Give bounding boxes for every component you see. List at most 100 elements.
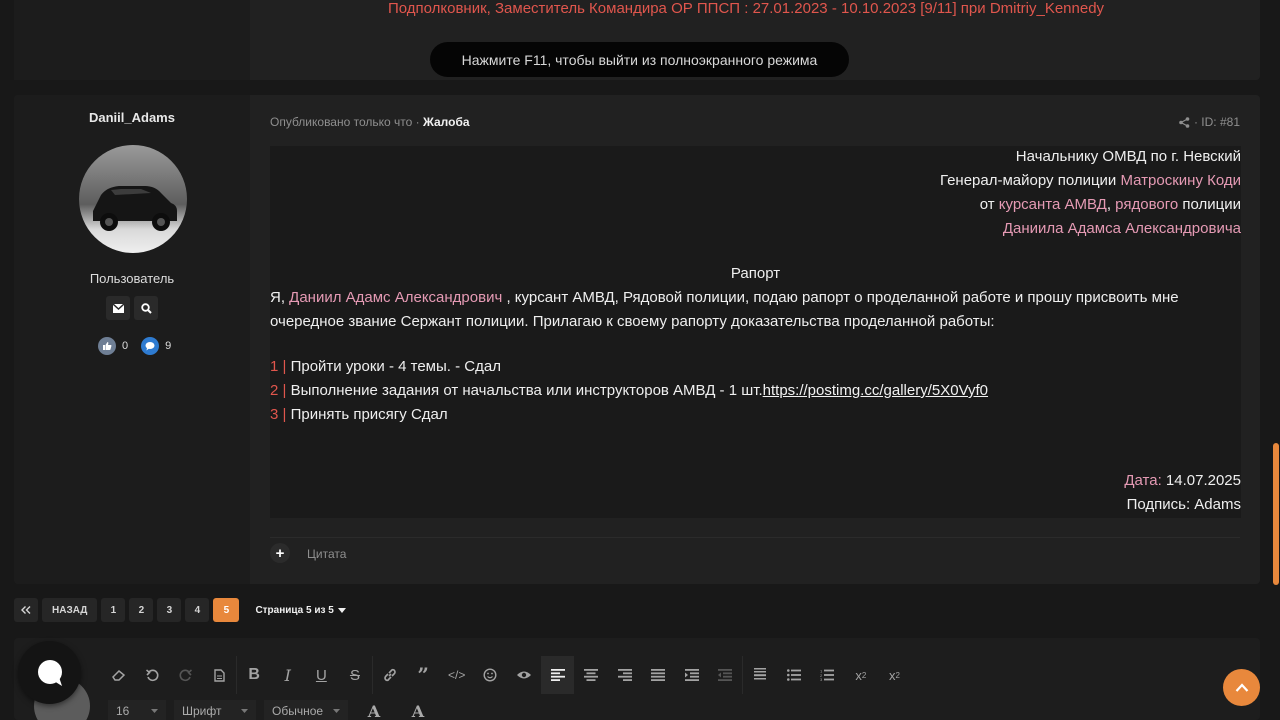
gallery-link[interactable]: https://postimg.cc/gallery/5X0Vyf0 — [763, 382, 988, 399]
redo-icon[interactable] — [169, 656, 203, 694]
font-size-select[interactable]: 16 — [108, 700, 166, 720]
page-1-button[interactable]: 1 — [101, 598, 126, 622]
reply-editor: B I U S ” </> 123 x2 x2 16 Шрифт Обычное… — [14, 638, 1260, 720]
header-from: от — [979, 196, 999, 213]
scroll-to-top-button[interactable] — [1223, 669, 1260, 706]
first-page-button[interactable] — [14, 598, 38, 622]
page-5-button[interactable]: 5 — [213, 598, 240, 622]
caret-down-icon — [337, 607, 346, 613]
prev-page-button[interactable]: НАЗАД — [42, 598, 98, 622]
font-size-value: 16 — [116, 704, 130, 718]
scrollbar-thumb[interactable] — [1273, 443, 1279, 585]
page-2-button[interactable]: 2 — [129, 598, 154, 622]
numbered-list-icon[interactable]: 123 — [810, 656, 844, 694]
post-body: Начальнику ОМВД по г. Невский Генерал-ма… — [270, 146, 1241, 518]
chief-name: Матроскину Коди — [1120, 172, 1241, 189]
avatar[interactable] — [79, 145, 187, 253]
report-title: Рапорт — [730, 265, 781, 282]
message-user-button[interactable] — [106, 296, 130, 320]
smiley-icon[interactable] — [474, 656, 508, 694]
page-of-label: Страница 5 из 5 — [255, 604, 334, 616]
horizontal-rule-icon[interactable] — [743, 656, 777, 694]
paragraph-line-1-text: Я, Даниил Адамс Александрович , курсант … — [270, 289, 1179, 306]
paragraph-line-1: Я, Даниил Адамс Александрович , курсант … — [270, 289, 1241, 306]
likes-count: 0 — [122, 340, 129, 352]
paragraph-line-1-rest: , курсант АМВД, Рядовой полиции, подаю р… — [502, 289, 1179, 306]
quote-button[interactable]: Цитата — [307, 547, 346, 561]
header-line-3: от курсанта АМВД, рядового полиции — [980, 196, 1241, 213]
list-item: 3 | Принять присягу Сдал — [270, 406, 448, 423]
subscript-icon[interactable]: x2 — [844, 656, 878, 694]
background-color-icon[interactable]: A — [400, 700, 436, 720]
chevron-down-icon — [241, 709, 248, 713]
link-icon[interactable] — [373, 656, 407, 694]
eye-icon[interactable] — [507, 656, 541, 694]
search-icon — [140, 302, 152, 314]
page-4-button[interactable]: 4 — [185, 598, 210, 622]
undo-icon[interactable] — [136, 656, 170, 694]
fullscreen-exit-toast: Нажмите F11, чтобы выйти из полноэкранно… — [430, 42, 849, 77]
post-id-label[interactable]: · ID: #81 — [1194, 115, 1240, 129]
page-scrollbar[interactable] — [1272, 0, 1280, 720]
paragraph-line-2: очередное звание Сержант полиции. Прилаг… — [270, 313, 995, 330]
chevron-down-icon — [151, 709, 158, 713]
paragraph-style-select[interactable]: Обычное — [264, 700, 348, 720]
align-center-icon[interactable] — [574, 656, 608, 694]
list-item-text: Принять присягу Сдал — [286, 406, 448, 423]
editor-toolbar-row-2: 16 Шрифт Обычное A A — [108, 700, 436, 720]
chat-icon — [37, 659, 62, 686]
meta-separator: · — [415, 115, 420, 129]
report-date: Дата: 14.07.2025 — [1124, 472, 1241, 489]
post: Daniil_Adams Пользователь 0 9 Опубликова… — [14, 95, 1260, 584]
car-avatar-image — [93, 186, 177, 231]
post-time[interactable]: Опубликовано только что — [270, 115, 412, 129]
text-color-icon[interactable]: A — [356, 700, 392, 720]
quote-icon[interactable]: ” — [406, 656, 440, 694]
post-footer-divider — [270, 537, 1240, 538]
code-icon[interactable]: </> — [440, 656, 474, 694]
chat-widget-button[interactable] — [18, 641, 81, 704]
bullet-list-icon[interactable] — [777, 656, 811, 694]
page-jump-dropdown[interactable]: Страница 5 из 5 — [255, 604, 346, 616]
post-user-column: Daniil_Adams Пользователь 0 9 — [14, 95, 250, 584]
header-line-2-prefix: Генерал-майору полиции — [939, 172, 1121, 189]
post-id: · ID: #81 — [1179, 115, 1240, 129]
strikethrough-icon[interactable]: S — [338, 656, 372, 694]
header-comma: , — [1106, 196, 1116, 213]
user-role: Пользователь — [89, 271, 175, 286]
chat-bubble-icon — [141, 337, 160, 355]
report-signature: Подпись: Adams — [1126, 496, 1241, 513]
page-3-button[interactable]: 3 — [157, 598, 182, 622]
superscript-icon[interactable]: x2 — [878, 656, 912, 694]
list-item: 2 | Выполнение задания от начальства или… — [270, 382, 988, 399]
align-left-icon[interactable] — [540, 656, 575, 694]
font-family-select[interactable]: Шрифт — [174, 700, 256, 720]
bold-icon[interactable]: B — [237, 656, 271, 694]
document-icon[interactable] — [203, 656, 237, 694]
envelope-icon — [112, 303, 124, 313]
align-justify-icon[interactable] — [642, 656, 676, 694]
list-item-number: 2 | — [270, 382, 287, 399]
find-user-posts-button[interactable] — [134, 296, 158, 320]
header-suffix: полиции — [1178, 196, 1241, 213]
share-icon[interactable] — [1179, 116, 1190, 128]
outdent-icon[interactable] — [709, 656, 743, 694]
font-family-value: Шрифт — [182, 704, 222, 718]
post-username[interactable]: Daniil_Adams — [14, 110, 250, 125]
list-item-number: 1 | — [270, 358, 287, 375]
list-item-text: Выполнение задания от начальства или инс… — [286, 382, 763, 399]
paragraph-style-value: Обычное — [272, 704, 324, 718]
align-right-icon[interactable] — [608, 656, 642, 694]
multiquote-add-button[interactable]: + — [270, 543, 290, 563]
previous-post-signature: Подполковник, Заместитель Командира ОР П… — [387, 0, 1105, 17]
post-meta: Опубликовано только что · Жалоба — [270, 115, 470, 129]
italic-icon[interactable]: I — [271, 656, 305, 694]
applicant-name: Даниил Адамс Александрович — [289, 289, 503, 306]
header-rank-private: рядового — [1115, 196, 1179, 213]
post-category[interactable]: Жалоба — [423, 115, 470, 129]
underline-icon[interactable]: U — [305, 656, 339, 694]
thumbs-up-icon — [98, 337, 116, 355]
indent-icon[interactable] — [675, 656, 709, 694]
eraser-icon[interactable] — [102, 656, 136, 694]
editor-toolbar: B I U S ” </> 123 x2 x2 — [102, 656, 911, 694]
